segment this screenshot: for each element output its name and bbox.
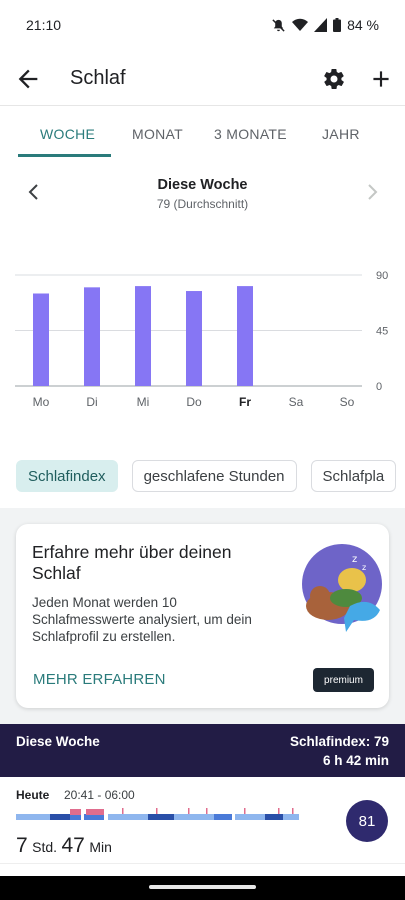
- chart-x-tick-label: Sa: [289, 395, 304, 409]
- chart-bar: [135, 286, 151, 386]
- battery-icon: [333, 18, 342, 32]
- status-icons: 84 %: [271, 17, 379, 33]
- system-nav-bar: [0, 876, 405, 900]
- back-arrow-icon[interactable]: [14, 65, 42, 93]
- chart-y-tick-label: 45: [376, 326, 388, 338]
- page-title: Schlaf: [70, 67, 126, 89]
- sleeping-animals-illustration: z z: [302, 544, 382, 632]
- tab-monat[interactable]: MONAT: [132, 126, 183, 142]
- chart-x-tick-label: Fr: [239, 395, 251, 409]
- week-summary-bar: Diese Woche Schlafindex: 79 6 h 42 min: [0, 724, 405, 777]
- app-bar: Schlaf: [0, 52, 405, 106]
- signal-icon: [314, 18, 328, 32]
- svg-text:z: z: [362, 563, 366, 572]
- metric-chips: Schlafindex geschlafene Stunden Schlafpl…: [16, 460, 405, 494]
- duration-minutes-unit: Min: [89, 839, 112, 855]
- wifi-icon: [292, 18, 309, 31]
- week-navigator: Diese Woche 79 (Durchschnitt): [0, 172, 405, 216]
- active-tab-indicator: [18, 154, 111, 157]
- summary-duration: 6 h 42 min: [322, 753, 389, 768]
- tab-woche[interactable]: WOCHE: [40, 126, 95, 142]
- battery-percent: 84 %: [347, 17, 379, 33]
- tab-jahr[interactable]: JAHR: [322, 126, 360, 142]
- chip-schlafindex[interactable]: Schlafindex: [16, 460, 118, 492]
- chart-x-tick-label: So: [340, 395, 355, 409]
- promo-body: Jeden Monat werden 10 Schlafmesswerte an…: [32, 595, 252, 644]
- duration-hours: 7: [16, 834, 28, 857]
- chart-bar: [84, 287, 100, 386]
- chart-bar: [186, 291, 202, 386]
- entry-score-badge: 81: [346, 800, 388, 842]
- chart-x-tick-label: Mi: [137, 395, 150, 409]
- duration-minutes: 47: [61, 834, 85, 857]
- chip-schlafplan[interactable]: Schlafpla: [310, 460, 397, 492]
- chart-y-tick-label: 0: [376, 381, 382, 393]
- entry-duration: 7 Std. 47 Min: [16, 834, 112, 858]
- gear-icon[interactable]: [322, 67, 346, 91]
- status-time: 21:10: [26, 17, 62, 33]
- chart-x-tick-label: Mo: [33, 395, 50, 409]
- duration-hours-unit: Std.: [32, 839, 58, 855]
- summary-score: Schlafindex: 79: [289, 734, 389, 749]
- promo-title: Erfahre mehr über deinen Schlaf: [32, 542, 232, 583]
- period-tabs: WOCHE MONAT 3 MONATE JAHR: [0, 114, 405, 158]
- home-handle[interactable]: [149, 885, 256, 889]
- chart-x-tick-label: Do: [186, 395, 202, 409]
- sleep-stages-timeline: [16, 808, 299, 820]
- week-title: Diese Woche: [157, 177, 248, 193]
- sleep-entry-row[interactable]: Heute 20:41 - 06:00 7 Std. 47 Min: [0, 778, 405, 864]
- chip-geschlafene-stunden[interactable]: geschlafene Stunden: [131, 460, 297, 492]
- plus-icon[interactable]: [368, 66, 394, 92]
- chart-bar: [33, 293, 49, 386]
- entry-day: Heute: [16, 788, 50, 802]
- sleep-score-chart: 90 45 0 Mo Di Mi Do Fr Sa So: [15, 270, 388, 409]
- promo-card: Erfahre mehr über deinen Schlaf Jeden Mo…: [16, 524, 389, 708]
- entry-time-range: 20:41 - 06:00: [64, 788, 135, 802]
- status-bar: 21:10 84 %: [0, 0, 405, 50]
- mute-icon: [272, 18, 285, 32]
- learn-more-link[interactable]: MEHR ERFAHREN: [33, 671, 166, 688]
- week-average: 79 (Durchschnitt): [156, 197, 249, 211]
- chevron-right-icon[interactable]: [362, 182, 382, 202]
- svg-text:z: z: [352, 554, 357, 565]
- chart-y-tick-label: 90: [376, 270, 388, 282]
- premium-badge: premium: [313, 668, 374, 692]
- summary-period: Diese Woche: [16, 734, 100, 749]
- chart-bar: [237, 286, 253, 386]
- tab-3-monate[interactable]: 3 MONATE: [214, 126, 287, 142]
- chart-x-tick-label: Di: [86, 395, 97, 409]
